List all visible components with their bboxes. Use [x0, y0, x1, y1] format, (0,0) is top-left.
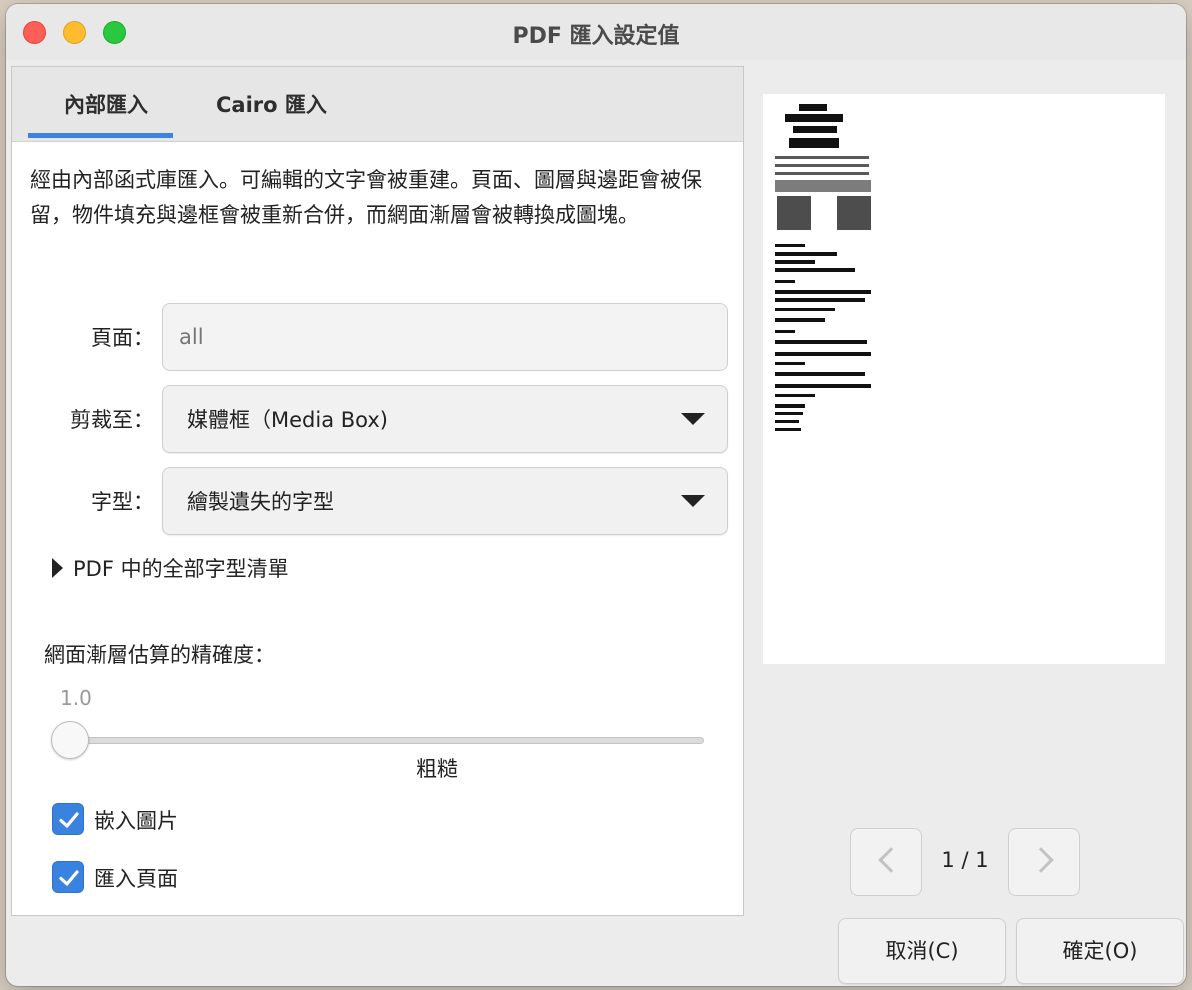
tab-cairo-import[interactable]: Cairo 匯入 — [212, 89, 331, 119]
pdf-import-dialog: PDF 匯入設定值 內部匯入 Cairo 匯入 經由內部函式庫匯入。可編輯的文字… — [6, 4, 1186, 986]
precision-slider-thumb[interactable] — [51, 721, 89, 759]
tab-bar: 內部匯入 Cairo 匯入 — [12, 67, 743, 142]
settings-panel: 內部匯入 Cairo 匯入 經由內部函式庫匯入。可編輯的文字會被重建。頁面、圖層… — [11, 66, 744, 916]
crop-to-value: 媒體框（Media Box) — [187, 408, 388, 432]
pages-input[interactable] — [162, 303, 728, 371]
font-dropdown[interactable]: 繪製遺失的字型 — [162, 467, 728, 535]
previous-page-button[interactable] — [850, 828, 922, 896]
cancel-button[interactable]: 取消(C) — [838, 918, 1006, 984]
receipt-thumbnail-image — [775, 104, 871, 431]
active-tab-indicator — [28, 133, 173, 138]
page-preview — [763, 94, 1165, 664]
chevron-left-icon — [878, 847, 904, 873]
ok-button[interactable]: 確定(O) — [1016, 918, 1184, 984]
disclosure-triangle-icon — [52, 558, 63, 578]
font-label: 字型： — [91, 490, 154, 514]
import-pages-checkbox[interactable] — [52, 861, 84, 893]
dropdown-arrow-icon — [681, 495, 705, 507]
tab-internal-import[interactable]: 內部匯入 — [34, 89, 178, 119]
precision-mark-label: 粗糙 — [416, 757, 458, 781]
pages-label: 頁面： — [91, 326, 154, 350]
import-pages-label: 匯入頁面 — [94, 867, 178, 891]
dropdown-arrow-icon — [681, 413, 705, 425]
checkmark-icon — [59, 812, 79, 828]
window-title: PDF 匯入設定值 — [512, 24, 680, 49]
import-description: 經由內部函式庫匯入。可編輯的文字會被重建。頁面、圖層與邊距會被保留，物件填充與邊… — [30, 168, 702, 227]
checkmark-icon — [59, 870, 79, 886]
precision-slider-track[interactable] — [56, 737, 704, 744]
precision-label: 網面漸層估算的精確度： — [44, 643, 275, 667]
embed-images-checkbox[interactable] — [52, 803, 84, 835]
title-bar: PDF 匯入設定值 — [6, 4, 1186, 60]
precision-value: 1.0 — [60, 686, 92, 710]
next-page-button[interactable] — [1008, 828, 1080, 896]
embed-images-label: 嵌入圖片 — [94, 809, 178, 833]
crop-label: 剪裁至： — [70, 408, 154, 432]
chevron-right-icon — [1028, 847, 1054, 873]
page-indicator: 1 / 1 — [941, 848, 989, 872]
font-value: 繪製遺失的字型 — [187, 490, 334, 514]
preview-panel: 1 / 1 — [749, 66, 1186, 916]
font-list-expander-label: PDF 中的全部字型清單 — [73, 557, 289, 581]
font-list-expander[interactable]: PDF 中的全部字型清單 — [52, 553, 289, 583]
crop-to-dropdown[interactable]: 媒體框（Media Box) — [162, 385, 728, 453]
